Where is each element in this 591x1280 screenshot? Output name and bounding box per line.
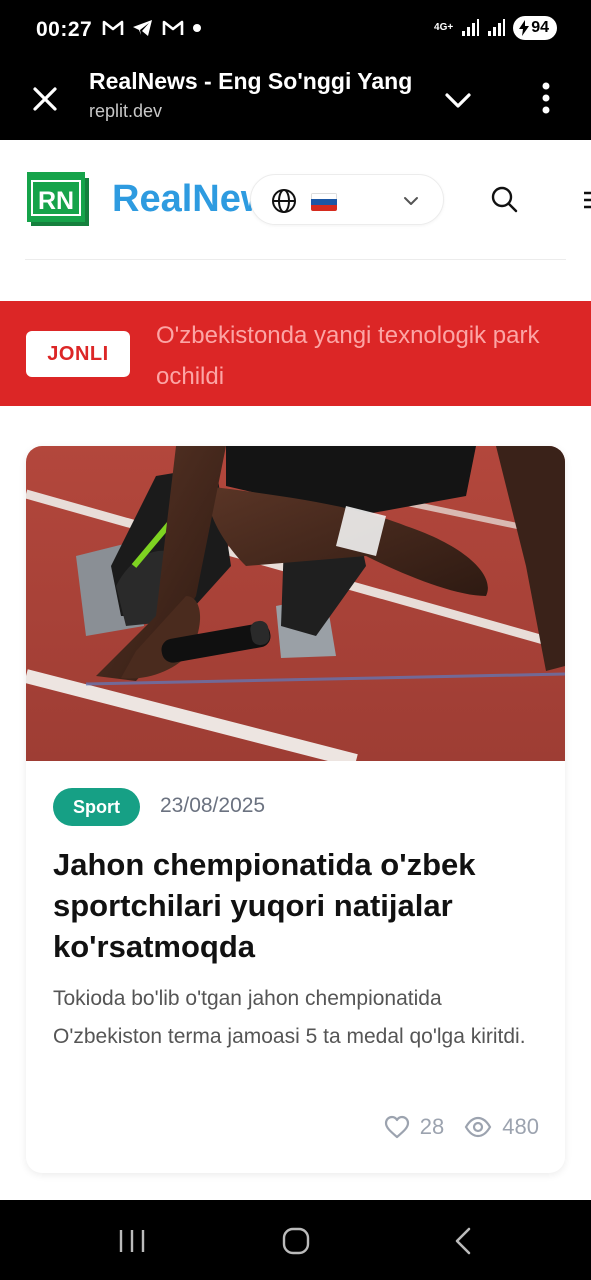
site-logo[interactable]: RN bbox=[27, 172, 91, 226]
logo-text: RN bbox=[38, 187, 74, 215]
notification-icons bbox=[102, 18, 202, 38]
heart-icon bbox=[384, 1115, 409, 1139]
more-notifications-dot-icon bbox=[193, 24, 201, 32]
likes-count: 28 bbox=[419, 1114, 445, 1139]
live-badge: JONLI bbox=[26, 331, 130, 377]
category-tag[interactable]: Sport bbox=[53, 788, 140, 826]
chevron-down-icon[interactable] bbox=[440, 82, 476, 118]
close-icon[interactable] bbox=[28, 82, 62, 116]
chevron-down-icon bbox=[404, 197, 418, 205]
browser-page-title: RealNews - Eng So'nggi Yangiliklar bbox=[89, 68, 411, 94]
more-vertical-icon[interactable] bbox=[530, 78, 562, 118]
battery-level: 94 bbox=[531, 19, 549, 36]
views-count: 480 bbox=[502, 1114, 539, 1139]
live-headline[interactable]: O'zbekistonda yangi texnologik park ochi… bbox=[156, 315, 576, 397]
views-stat: 480 bbox=[464, 1114, 539, 1140]
article-stats: 28 480 bbox=[384, 1114, 539, 1140]
status-bar: 00:27 4G+ 94 bbox=[0, 0, 591, 60]
eye-icon bbox=[465, 1116, 492, 1138]
article-image[interactable] bbox=[26, 446, 565, 761]
article-card[interactable]: Sport 23/08/2025 Jahon chempionatida o'z… bbox=[26, 446, 565, 1173]
site-header: RN RealNews bbox=[0, 140, 591, 260]
network-type: 4G+ bbox=[434, 22, 454, 33]
telegram-icon bbox=[133, 20, 152, 36]
gmail-icon bbox=[102, 20, 124, 35]
status-right: 4G+ 94 bbox=[434, 16, 557, 40]
article-date: 23/08/2025 bbox=[160, 794, 266, 817]
language-selector[interactable] bbox=[250, 174, 444, 225]
likes-stat[interactable]: 28 bbox=[384, 1114, 444, 1140]
home-icon[interactable] bbox=[282, 1227, 310, 1255]
article-title[interactable]: Jahon chempionatida o'zbek sportchilari … bbox=[53, 844, 543, 967]
russia-flag-icon bbox=[311, 193, 337, 211]
live-ticker[interactable]: JONLI O'zbekistonda yangi texnologik par… bbox=[0, 301, 591, 406]
search-icon[interactable] bbox=[490, 185, 518, 213]
status-time: 00:27 bbox=[36, 18, 93, 41]
back-icon[interactable] bbox=[452, 1227, 474, 1255]
charging-icon bbox=[519, 20, 530, 36]
signal-icon bbox=[462, 19, 480, 36]
menu-icon[interactable] bbox=[582, 190, 591, 210]
signal-icon bbox=[488, 19, 506, 36]
browser-url: replit.dev bbox=[89, 101, 163, 121]
battery-indicator: 94 bbox=[513, 16, 557, 40]
browser-toolbar: RealNews - Eng So'nggi Yangiliklar repli… bbox=[0, 60, 591, 140]
gmail-icon bbox=[162, 20, 184, 35]
system-nav-bar bbox=[0, 1200, 591, 1280]
brand-name[interactable]: RealNews bbox=[112, 178, 252, 221]
recents-icon[interactable] bbox=[118, 1228, 146, 1254]
globe-icon bbox=[272, 189, 296, 213]
article-excerpt: Tokioda bo'lib o'tgan jahon chempionatid… bbox=[53, 987, 526, 1048]
header-divider bbox=[25, 259, 566, 260]
